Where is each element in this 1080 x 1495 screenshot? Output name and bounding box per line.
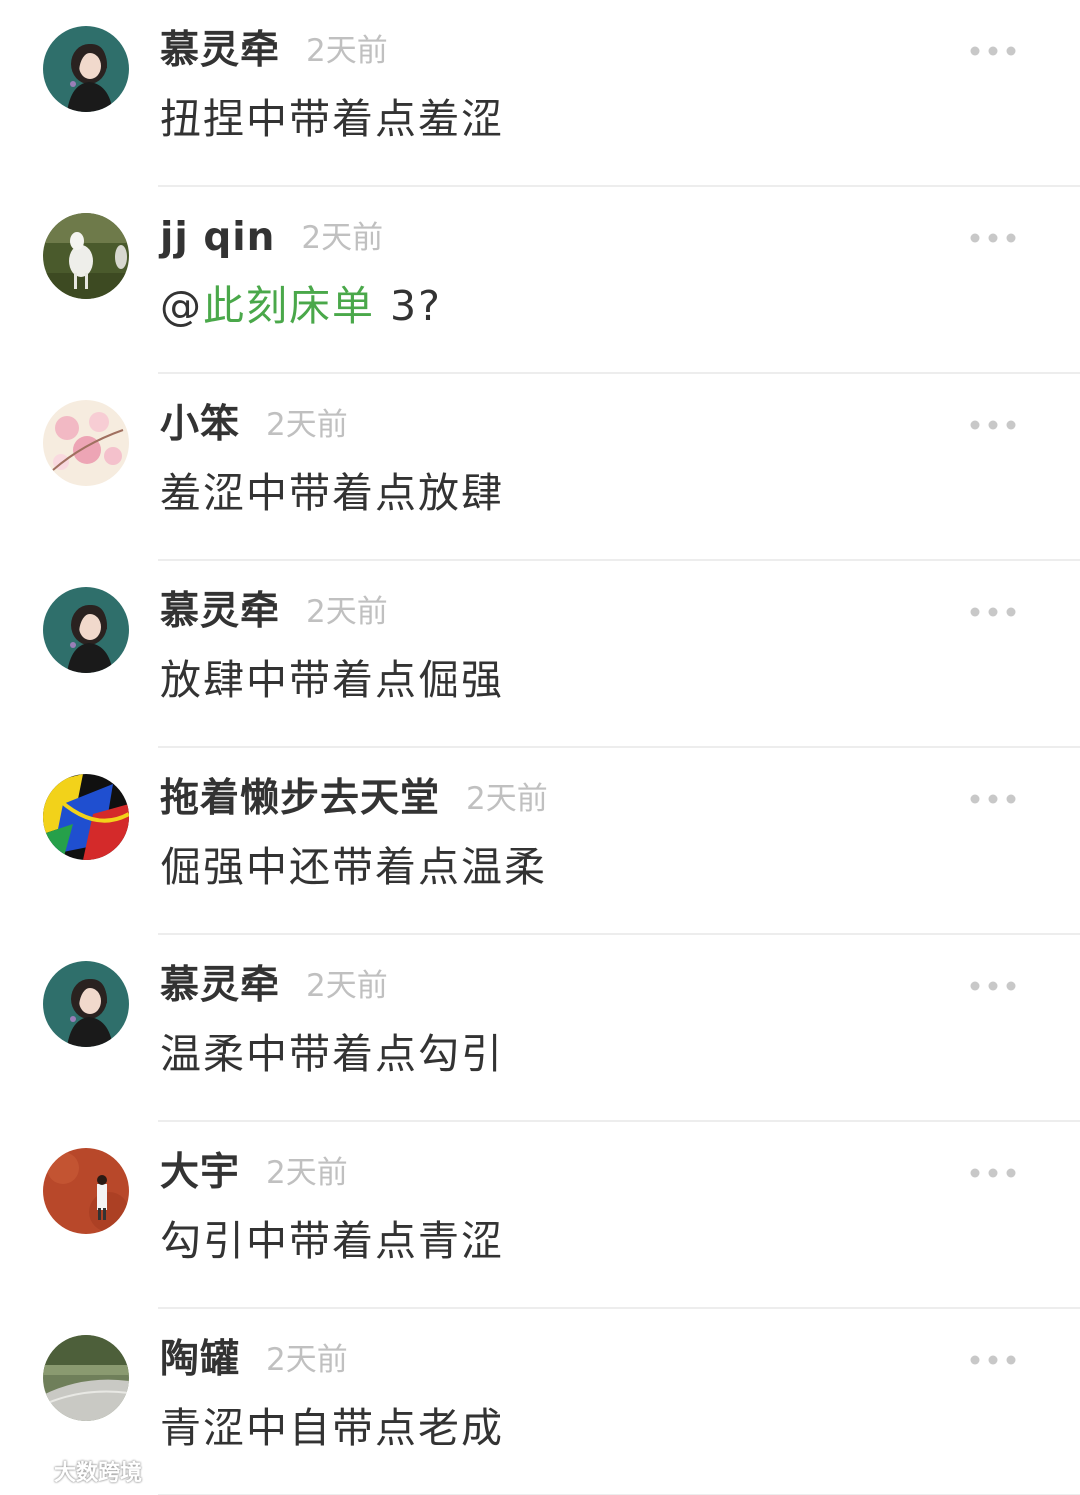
username[interactable]: 慕灵牵 2天前 [160, 26, 388, 76]
comment-item: jj qin 2天前 @此刻床单 3? [0, 187, 1080, 374]
more-options-icon[interactable] [966, 1162, 1020, 1184]
comment-item: 陶罐 2天前 青涩中自带点老成 [0, 1309, 1080, 1495]
comment-item: 小笨 2天前 羞涩中带着点放肆 [0, 374, 1080, 561]
more-options-icon[interactable] [966, 601, 1020, 623]
username[interactable]: 慕灵牵 2天前 [160, 587, 388, 637]
timestamp: 2天前 [306, 968, 388, 1004]
comment-text-tail: 3? [375, 282, 442, 330]
comment-text: 温柔中带着点勾引 [160, 1030, 504, 1078]
avatar[interactable] [43, 961, 129, 1047]
username[interactable]: 陶罐 2天前 [160, 1335, 348, 1385]
username[interactable]: 慕灵牵 2天前 [160, 961, 388, 1011]
more-options-icon[interactable] [966, 40, 1020, 62]
username-text: 小笨 [160, 402, 241, 447]
avatar[interactable] [43, 774, 129, 860]
comment-text: 羞涩中带着点放肆 [160, 469, 504, 517]
road-avatar-image [43, 1335, 129, 1421]
username-text: 拖着懒步去天堂 [160, 776, 441, 821]
comment-text: 扭捏中带着点羞涩 [160, 95, 504, 143]
lamb-avatar-image [43, 213, 129, 299]
comment-item: 慕灵牵 2天前 放肆中带着点倔强 [0, 561, 1080, 748]
avatar[interactable] [43, 1335, 129, 1421]
comment-list: 慕灵牵 2天前 扭捏中带着点羞涩 jj qin 2天前 @此刻床单 3? 小笨 … [0, 0, 1080, 1495]
username[interactable]: jj qin 2天前 [160, 213, 383, 263]
avatar[interactable] [43, 213, 129, 299]
girl-avatar-image [43, 587, 129, 673]
comment-text: 放肆中带着点倔强 [160, 656, 504, 704]
username-text: jj qin [160, 215, 276, 260]
avatar[interactable] [43, 26, 129, 112]
comment-text: 青涩中自带点老成 [160, 1404, 504, 1452]
timestamp: 2天前 [266, 407, 348, 443]
timestamp: 2天前 [266, 1342, 348, 1378]
timestamp: 2天前 [266, 1155, 348, 1191]
watermark-logo-icon [10, 1458, 50, 1490]
username-text: 慕灵牵 [160, 28, 281, 73]
comment-item: 拖着懒步去天堂 2天前 倔强中还带着点温柔 [0, 748, 1080, 935]
username[interactable]: 大宇 2天前 [160, 1148, 348, 1198]
timestamp: 2天前 [466, 781, 548, 817]
avatar[interactable] [43, 400, 129, 486]
more-options-icon[interactable] [966, 414, 1020, 436]
girl-avatar-image [43, 26, 129, 112]
comment-item: 大宇 2天前 勾引中带着点青涩 [0, 1122, 1080, 1309]
girl-avatar-image [43, 961, 129, 1047]
watermark: 大数跨境 [10, 1458, 142, 1490]
blossom-avatar-image [43, 400, 129, 486]
more-options-icon[interactable] [966, 1349, 1020, 1371]
username-text: 慕灵牵 [160, 589, 281, 634]
comment-text: 勾引中带着点青涩 [160, 1217, 504, 1265]
comment-item: 慕灵牵 2天前 扭捏中带着点羞涩 [0, 0, 1080, 187]
timestamp: 2天前 [306, 33, 388, 69]
more-options-icon[interactable] [966, 975, 1020, 997]
more-options-icon[interactable] [966, 227, 1020, 249]
username-text: 陶罐 [160, 1337, 241, 1382]
timestamp: 2天前 [301, 220, 384, 256]
avatar[interactable] [43, 587, 129, 673]
timestamp: 2天前 [306, 594, 388, 630]
at-symbol: @ [160, 282, 203, 330]
comment-item: 慕灵牵 2天前 温柔中带着点勾引 [0, 935, 1080, 1122]
comment-text: @此刻床单 3? [160, 279, 442, 333]
mention-link[interactable]: 此刻床单 [203, 282, 375, 330]
username[interactable]: 小笨 2天前 [160, 400, 348, 450]
abstract-avatar-image [43, 774, 129, 860]
watermark-text: 大数跨境 [54, 1461, 143, 1486]
username-text: 慕灵牵 [160, 963, 281, 1008]
comment-text: 倔强中还带着点温柔 [160, 843, 547, 891]
red-wall-avatar-image [43, 1148, 129, 1234]
more-options-icon[interactable] [966, 788, 1020, 810]
username[interactable]: 拖着懒步去天堂 2天前 [160, 774, 548, 824]
username-text: 大宇 [160, 1150, 241, 1195]
avatar[interactable] [43, 1148, 129, 1234]
